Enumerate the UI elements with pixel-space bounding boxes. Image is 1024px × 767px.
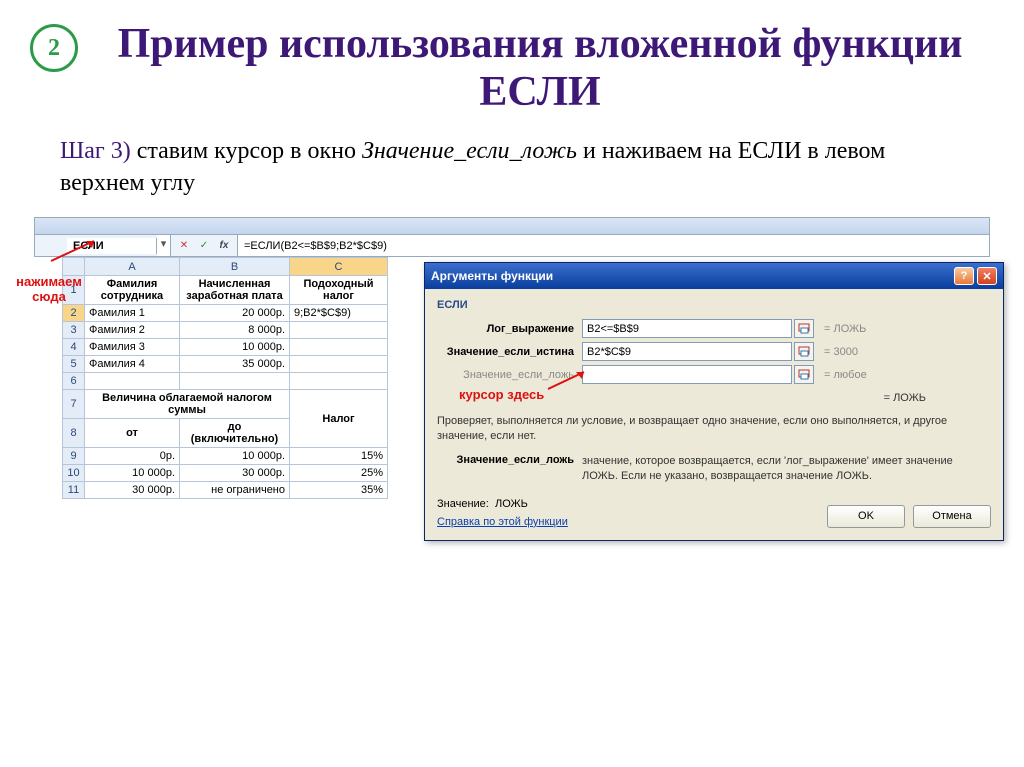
cell[interactable]: Величина облагаемой налогом суммы [85,390,290,419]
row-header[interactable]: 11 [63,482,85,499]
result-value: Значение: ЛОЖЬ [437,498,568,510]
cancel-button[interactable]: Отмена [913,505,991,528]
cell[interactable]: 30 000р. [180,465,290,482]
cell[interactable]: 8 000р. [180,322,290,339]
cell[interactable]: не ограничено [180,482,290,499]
collapse-dialog-icon[interactable] [794,365,814,384]
col-header-c[interactable]: C [290,258,388,276]
cell[interactable]: Подоходный налог [290,276,388,305]
row-header[interactable]: 6 [63,373,85,390]
cell[interactable]: 30 000р. [85,482,180,499]
step-instruction: Шаг 3) ставим курсор в окно Значение_есл… [60,135,964,200]
cancel-formula-icon[interactable]: ✕ [175,238,193,254]
slide-title-row: 2 Пример использования вложенной функции… [30,20,994,117]
arg-desc-label: Значение_если_ложь [437,454,582,484]
formula-bar: ЕСЛИ ▾ ✕ ✓ fx =ЕСЛИ(B2<=$B$9;B2*$C$9) [34,235,990,257]
row-header[interactable]: 9 [63,448,85,465]
arg2-label: Значение_если_истина [437,346,582,358]
ok-button[interactable]: OK [827,505,905,528]
arg1-result: = ЛОЖЬ [824,323,866,335]
cell[interactable] [290,373,388,390]
cell[interactable]: до (включительно) [180,419,290,448]
cell[interactable] [290,322,388,339]
cell[interactable]: 25% [290,465,388,482]
callout-click-here: нажимаем сюда [14,275,84,304]
arg2-input[interactable] [582,342,792,361]
cell[interactable]: 20 000р. [180,305,290,322]
close-icon[interactable]: ✕ [977,267,997,285]
cell[interactable]: Фамилия 1 [85,305,180,322]
row-header[interactable]: 10 [63,465,85,482]
arg-desc-text: значение, которое возвращается, если 'ло… [582,454,991,484]
row-header[interactable]: 4 [63,339,85,356]
function-description: Проверяет, выполняется ли условие, и воз… [437,414,991,444]
cell[interactable]: 35 000р. [180,356,290,373]
row-header[interactable]: 2 [63,305,85,322]
arg1-input[interactable] [582,319,792,338]
help-icon[interactable]: ? [954,267,974,285]
arg2-result: = 3000 [824,346,858,358]
cell[interactable]: 10 000р. [85,465,180,482]
collapse-dialog-icon[interactable] [794,342,814,361]
dialog-title-text: Аргументы функции [431,269,553,283]
worksheet-grid[interactable]: A B C 1 Фамилия сотрудника Начисленная з… [62,257,388,499]
fx-icon[interactable]: fx [215,238,233,254]
cell[interactable]: 15% [290,448,388,465]
slide-title: Пример использования вложенной функции Е… [86,20,994,117]
row-header[interactable]: 8 [63,419,85,448]
function-name-label: ЕСЛИ [437,299,991,311]
collapse-dialog-icon[interactable] [794,319,814,338]
arg3-input[interactable] [582,365,792,384]
formula-input[interactable]: =ЕСЛИ(B2<=$B$9;B2*$C$9) [237,235,989,256]
cell[interactable]: 10 000р. [180,339,290,356]
arrow-to-namebox [46,235,106,265]
help-link[interactable]: Справка по этой функции [437,516,568,528]
arg1-label: Лог_выражение [437,323,582,335]
dialog-titlebar[interactable]: Аргументы функции ? ✕ [425,263,1003,289]
cell[interactable]: 35% [290,482,388,499]
cell[interactable] [290,356,388,373]
arg3-result: = любое [824,369,867,381]
cell[interactable] [290,339,388,356]
cell[interactable]: Фамилия сотрудника [85,276,180,305]
col-header-b[interactable]: B [180,258,290,276]
cell[interactable]: 9;B2*$C$9) [290,305,388,322]
cell[interactable] [85,373,180,390]
cell[interactable]: от [85,419,180,448]
slide-number-badge: 2 [30,24,78,72]
row-header[interactable]: 5 [63,356,85,373]
excel-screenshot: ЕСЛИ ▾ ✕ ✓ fx =ЕСЛИ(B2<=$B$9;B2*$C$9) на… [34,217,990,499]
callout-cursor-here: курсор здесь [459,387,544,402]
cell[interactable]: Фамилия 2 [85,322,180,339]
ribbon-strip [34,217,990,235]
cell[interactable]: 0р. [85,448,180,465]
cell[interactable]: Фамилия 4 [85,356,180,373]
cell[interactable]: 10 000р. [180,448,290,465]
cell[interactable]: Налог [290,390,388,448]
accept-formula-icon[interactable]: ✓ [195,238,213,254]
cell[interactable] [180,373,290,390]
step-label: Шаг 3) [60,138,131,164]
name-box-dropdown[interactable]: ▾ [157,235,171,256]
row-header[interactable]: 3 [63,322,85,339]
cell[interactable]: Начисленная заработная плата [180,276,290,305]
arrow-to-arg3 [544,367,594,393]
row-header[interactable]: 7 [63,390,85,419]
cell[interactable]: Фамилия 3 [85,339,180,356]
